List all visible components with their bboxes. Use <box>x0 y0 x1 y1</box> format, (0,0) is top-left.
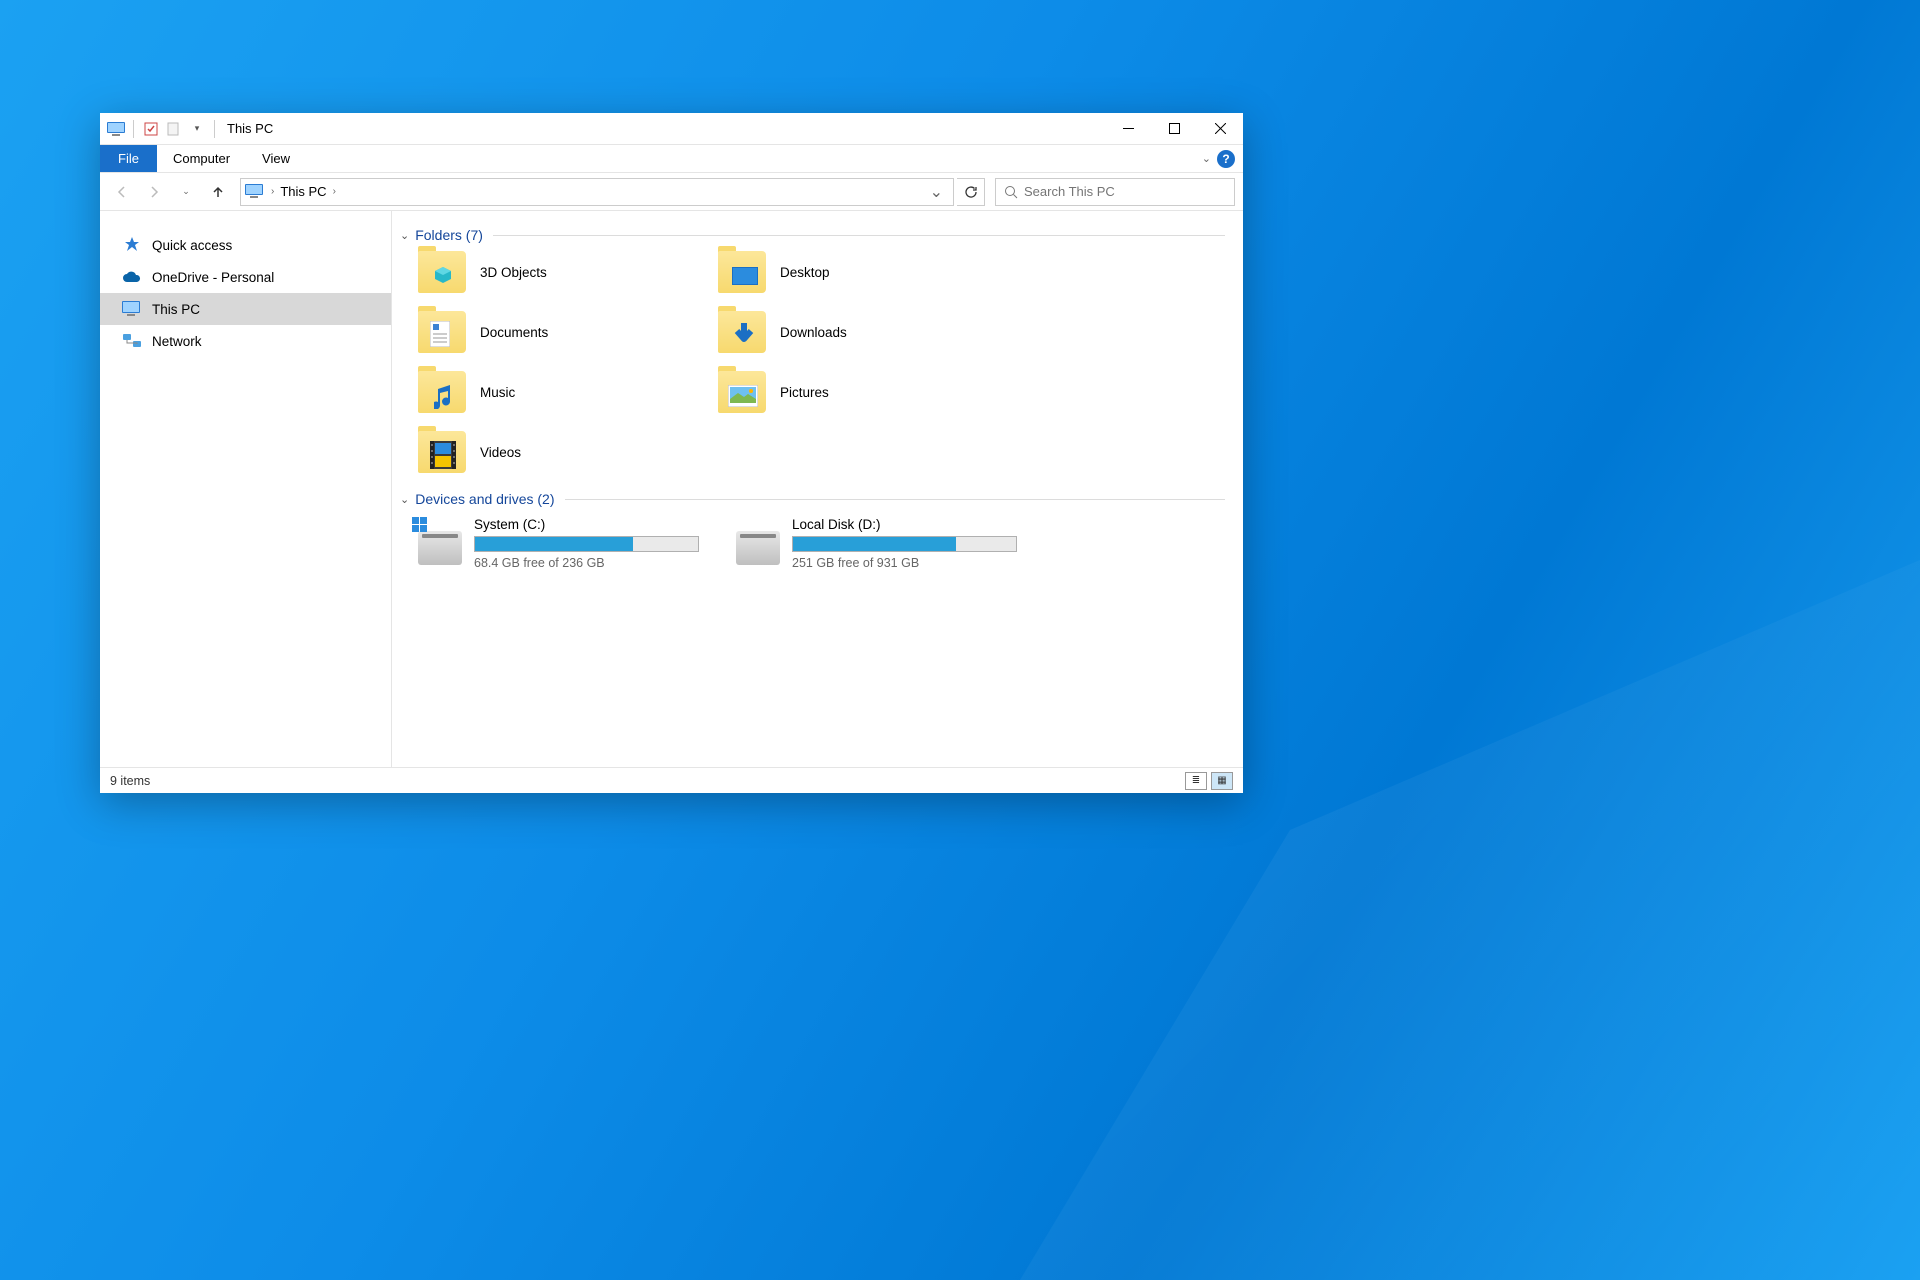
folder-icon <box>418 311 466 353</box>
maximize-button[interactable] <box>1151 113 1197 145</box>
quick-access-toolbar: ▾ <box>106 119 219 139</box>
drive-name: System (C:) <box>474 517 718 532</box>
drive-name: Local Disk (D:) <box>792 517 1036 532</box>
folder-label: Pictures <box>780 385 829 400</box>
drives-grid: System (C:) 68.4 GB free of 236 GB Local… <box>418 517 1225 570</box>
address-history-dropdown[interactable]: ⌄ <box>924 182 949 202</box>
drive-system-c[interactable]: System (C:) 68.4 GB free of 236 GB <box>418 517 718 570</box>
drive-icon <box>736 531 780 565</box>
titlebar: ▾ This PC <box>100 113 1243 145</box>
folder-music[interactable]: Music <box>418 371 718 413</box>
separator <box>214 120 215 138</box>
folder-videos[interactable]: Videos <box>418 431 718 473</box>
drive-icon <box>418 531 462 565</box>
navigation-bar: ⌄ › This PC › ⌄ <box>100 173 1243 211</box>
drive-usage-bar <box>792 536 1017 552</box>
forward-button[interactable] <box>140 178 168 206</box>
refresh-button[interactable] <box>957 178 985 206</box>
cloud-icon <box>122 267 142 287</box>
folder-desktop[interactable]: Desktop <box>718 251 1018 293</box>
this-pc-icon <box>106 119 126 139</box>
folder-icon <box>718 371 766 413</box>
close-button[interactable] <box>1197 113 1243 145</box>
group-header-drives[interactable]: ⌄ Devices and drives (2) <box>400 491 1225 507</box>
minimize-button[interactable] <box>1105 113 1151 145</box>
content-pane: ⌄ Folders (7) 3D Objects Desktop Documen… <box>392 211 1243 767</box>
customize-qat-icon[interactable]: ▾ <box>187 119 207 139</box>
folder-3d-objects[interactable]: 3D Objects <box>418 251 718 293</box>
properties-icon[interactable] <box>141 119 161 139</box>
star-icon <box>122 235 142 255</box>
divider <box>493 235 1225 236</box>
sidebar-item-onedrive[interactable]: OneDrive - Personal <box>100 261 391 293</box>
details-view-button[interactable]: ≣ <box>1185 772 1207 790</box>
group-header-folders[interactable]: ⌄ Folders (7) <box>400 227 1225 243</box>
sidebar-item-label: This PC <box>152 302 200 317</box>
folder-pictures[interactable]: Pictures <box>718 371 1018 413</box>
item-count: 9 items <box>110 774 150 788</box>
large-icons-view-button[interactable]: ▦ <box>1211 772 1233 790</box>
folder-label: Videos <box>480 445 521 460</box>
ribbon-tabs: File Computer View ⌄ ? <box>100 145 1243 173</box>
folder-icon <box>418 431 466 473</box>
window-controls <box>1105 113 1243 145</box>
up-button[interactable] <box>204 178 232 206</box>
status-bar: 9 items ≣ ▦ <box>100 767 1243 793</box>
folder-label: Downloads <box>780 325 847 340</box>
view-tab[interactable]: View <box>246 145 306 172</box>
file-explorer-window: ▾ This PC File Computer View ⌄ ? ⌄ › Thi <box>100 113 1243 793</box>
search-input[interactable] <box>1024 184 1226 199</box>
sidebar-item-label: Quick access <box>152 238 232 253</box>
chevron-right-icon[interactable]: › <box>271 186 274 197</box>
drive-info: System (C:) 68.4 GB free of 236 GB <box>474 517 718 570</box>
folder-icon <box>418 251 466 293</box>
computer-tab[interactable]: Computer <box>157 145 246 172</box>
drive-info: Local Disk (D:) 251 GB free of 931 GB <box>792 517 1036 570</box>
folder-documents[interactable]: Documents <box>418 311 718 353</box>
folder-label: 3D Objects <box>480 265 547 280</box>
window-title: This PC <box>227 121 273 136</box>
folder-label: Music <box>480 385 515 400</box>
navigation-pane: Quick access OneDrive - Personal This PC… <box>100 211 392 767</box>
sidebar-item-quick-access[interactable]: Quick access <box>100 229 391 261</box>
group-header-label: Devices and drives (2) <box>415 491 554 507</box>
chevron-down-icon: ⌄ <box>400 229 409 242</box>
group-header-label: Folders (7) <box>415 227 483 243</box>
file-menu[interactable]: File <box>100 145 157 172</box>
window-body: Quick access OneDrive - Personal This PC… <box>100 211 1243 767</box>
back-button[interactable] <box>108 178 136 206</box>
new-folder-icon[interactable] <box>164 119 184 139</box>
sidebar-item-label: OneDrive - Personal <box>152 270 274 285</box>
drive-local-d[interactable]: Local Disk (D:) 251 GB free of 931 GB <box>736 517 1036 570</box>
sidebar-item-this-pc[interactable]: This PC <box>100 293 391 325</box>
folder-icon <box>718 251 766 293</box>
divider <box>565 499 1226 500</box>
search-icon <box>1004 185 1018 199</box>
search-box[interactable] <box>995 178 1235 206</box>
folder-icon <box>718 311 766 353</box>
folders-grid: 3D Objects Desktop Documents Downloads M… <box>418 251 1225 473</box>
separator <box>133 120 134 138</box>
breadcrumb-this-pc[interactable]: This PC <box>280 184 326 199</box>
recent-locations-button[interactable]: ⌄ <box>172 178 200 206</box>
chevron-down-icon: ⌄ <box>400 493 409 506</box>
help-icon[interactable]: ? <box>1217 150 1235 168</box>
this-pc-icon <box>122 299 142 319</box>
sidebar-item-network[interactable]: Network <box>100 325 391 357</box>
folder-downloads[interactable]: Downloads <box>718 311 1018 353</box>
sidebar-item-label: Network <box>152 334 202 349</box>
drive-free-text: 251 GB free of 931 GB <box>792 556 1036 570</box>
network-icon <box>122 331 142 351</box>
folder-label: Documents <box>480 325 548 340</box>
this-pc-icon <box>245 184 265 200</box>
address-bar[interactable]: › This PC › ⌄ <box>240 178 954 206</box>
chevron-right-icon[interactable]: › <box>333 186 336 197</box>
folder-icon <box>418 371 466 413</box>
expand-ribbon-icon[interactable]: ⌄ <box>1202 152 1211 165</box>
drive-usage-bar <box>474 536 699 552</box>
folder-label: Desktop <box>780 265 830 280</box>
drive-free-text: 68.4 GB free of 236 GB <box>474 556 718 570</box>
